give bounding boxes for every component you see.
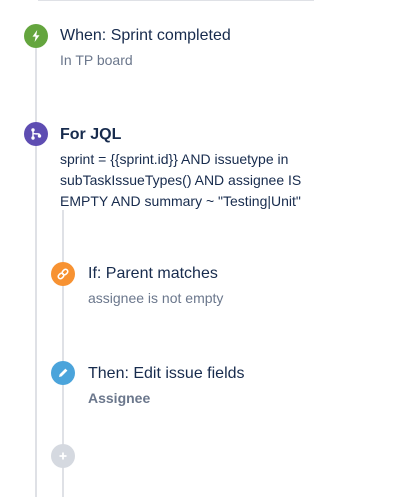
top-divider (38, 0, 314, 1)
action-title[interactable]: Then: Edit issue fields (88, 365, 245, 383)
lightning-bolt-icon (32, 30, 40, 42)
pencil-icon (59, 368, 68, 377)
branch-icon (31, 128, 42, 140)
add-step-button[interactable] (51, 444, 75, 468)
action-node[interactable] (51, 361, 75, 385)
jql-query: sprint = {{sprint.id}} AND issuetype in … (60, 149, 320, 212)
condition-node[interactable] (51, 262, 75, 286)
jql-query-line: subTaskIssueTypes() AND assignee IS (60, 172, 302, 188)
jql-query-line: EMPTY AND summary ~ "Testing|Unit" (60, 193, 301, 209)
branch-title[interactable]: For JQL (60, 126, 121, 144)
trigger-title[interactable]: When: Sprint completed (60, 27, 231, 45)
branch-node[interactable] (24, 122, 48, 146)
trigger-node[interactable] (24, 24, 48, 48)
plus-icon (59, 452, 67, 460)
condition-subtitle: assignee is not empty (88, 290, 224, 306)
condition-title[interactable]: If: Parent matches (88, 265, 218, 283)
action-subtitle: Assignee (88, 390, 151, 406)
trigger-subtitle: In TP board (60, 52, 133, 68)
link-icon (57, 268, 69, 280)
main-flow-line (35, 48, 37, 497)
jql-query-line: sprint = {{sprint.id}} AND issuetype in (60, 151, 289, 167)
